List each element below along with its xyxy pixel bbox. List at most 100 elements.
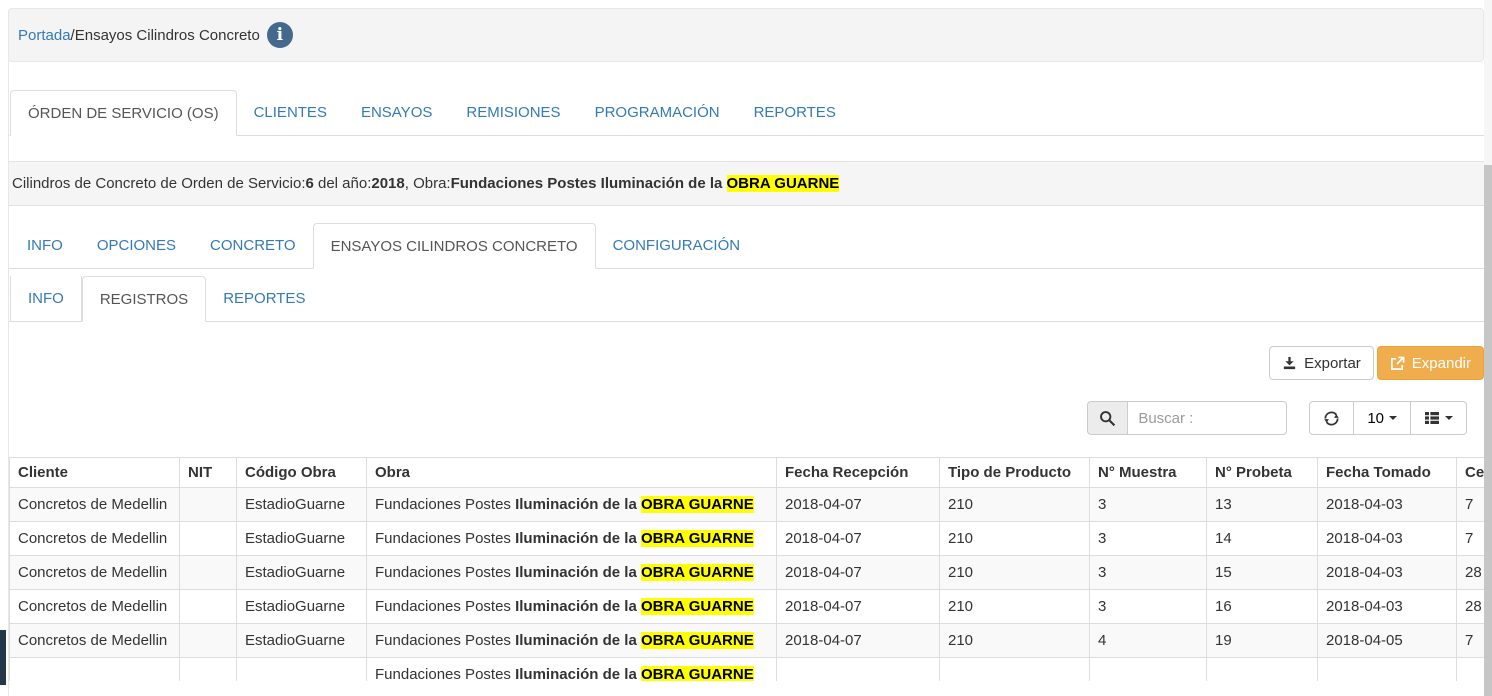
breadcrumb-home-link[interactable]: Portada [18,27,71,44]
tab-configuracion[interactable]: CONFIGURACIÓN [596,223,758,269]
highlighted-text: OBRA GUARNE [641,632,754,649]
highlighted-text: OBRA GUARNE [641,564,754,581]
tab-registros[interactable]: REGISTROS [82,276,206,322]
export-button[interactable]: Exportar [1269,346,1374,380]
cell-tipo-producto: 210 [940,522,1090,556]
column-header-obra[interactable]: Obra [367,458,777,488]
th-list-icon [1424,410,1440,426]
text-segment: Fundaciones Postes Iluminación de la [451,175,727,192]
text-segment: , Obra: [405,175,451,192]
cell-n-muestra: 3 [1090,522,1207,556]
cell-codigo-obra: EstadioGuarne [237,556,367,590]
column-header-nit[interactable]: NIT [180,458,237,488]
column-header-codigo-obra[interactable]: Código Obra [237,458,367,488]
scrollbar-thumb[interactable] [1484,165,1492,696]
tab-info[interactable]: INFO [10,223,80,269]
text-segment: Iluminación de la [515,530,641,547]
records-table-wrap: ClienteNITCódigo ObraObraFecha Recepción… [9,457,1484,681]
left-edge-accent [0,630,6,685]
cell-fecha-recepcion: 2018-04-07 [777,624,940,658]
column-header-fecha-tomado[interactable]: Fecha Tomado [1318,458,1457,488]
cell-n-probeta: 15 [1207,556,1318,590]
tab-programacion[interactable]: PROGRAMACIÓN [578,90,737,136]
cell-tipo-producto: 210 [940,556,1090,590]
column-header-n-probeta[interactable]: N° Probeta [1207,458,1318,488]
tab-clientes[interactable]: CLIENTES [237,90,344,136]
cell-col-c: 7 [1457,522,1485,556]
highlighted-text: OBRA GUARNE [641,496,754,513]
text-segment: Iluminación de la [515,496,641,513]
highlighted-text: OBRA GUARNE [641,598,754,615]
cell-codigo-obra: EstadioGuarne [237,522,367,556]
cell-cliente: Concretos de Medellin [10,590,180,624]
panel-left-border [8,60,9,696]
cell-cliente: Concretos de Medellin [10,522,180,556]
text-segment: Iluminación de la [515,632,641,649]
search-group [1087,401,1287,435]
tab-ensayos-cilindros-concreto[interactable]: ENSAYOS CILINDROS CONCRETO [313,223,596,269]
cell-obra-parts: Fundaciones Postes Iluminación de la OBR… [367,590,777,624]
column-header-cliente[interactable]: Cliente [10,458,180,488]
text-segment: del año: [314,175,372,192]
tab-reportes[interactable]: REPORTES [206,276,322,322]
tab-remisiones[interactable]: REMISIONES [449,90,577,136]
cell-tipo-producto: 210 [940,488,1090,522]
info-circle-icon[interactable]: i [267,22,293,48]
text-segment: Iluminación de la [515,564,641,581]
cell-tipo-producto [940,658,1090,682]
tab-reportes[interactable]: REPORTES [737,90,853,136]
breadcrumb: Portada/Ensayos Cilindros Concreto i [8,8,1484,62]
tab-orden-de-servicio-os[interactable]: ÓRDEN DE SERVICIO (OS) [10,90,237,136]
table-toolbar: Exportar Expandir [8,346,1484,380]
tab-opciones[interactable]: OPCIONES [80,223,193,269]
cell-fecha-tomado: 2018-04-03 [1318,556,1457,590]
text-segment: 2018 [371,175,404,192]
cell-n-muestra: 4 [1090,624,1207,658]
cell-fecha-tomado: 2018-04-03 [1318,488,1457,522]
refresh-button[interactable] [1309,401,1354,435]
expand-button[interactable]: Expandir [1377,346,1484,380]
cell-n-probeta: 14 [1207,522,1318,556]
refresh-icon [1323,410,1340,427]
column-header-fecha-recepcion[interactable]: Fecha Recepción [777,458,940,488]
text-segment: Iluminación de la [515,598,641,615]
table-header-row: ClienteNITCódigo ObraObraFecha Recepción… [10,458,1485,488]
main-panel: Portada/Ensayos Cilindros Concreto i ÓRD… [8,8,1484,681]
text-segment: Iluminación de la [515,666,641,681]
cell-cliente [10,658,180,682]
tab-ensayos[interactable]: ENSAYOS [344,90,449,136]
cell-fecha-recepcion: 2018-04-07 [777,522,940,556]
column-header-ce[interactable]: Ce [1457,458,1485,488]
text-segment: Fundaciones Postes [375,598,515,615]
cell-tipo-producto: 210 [940,590,1090,624]
tab-concreto[interactable]: CONCRETO [193,223,313,269]
cell-nit [180,556,237,590]
cell-nit [180,624,237,658]
records-table: ClienteNITCódigo ObraObraFecha Recepción… [9,457,1484,681]
cell-col-c: 7 [1457,624,1485,658]
cell-codigo-obra [237,658,367,682]
column-header-n-muestra[interactable]: N° Muestra [1090,458,1207,488]
tab-info[interactable]: INFO [10,276,82,322]
text-segment: Fundaciones Postes [375,496,515,513]
cell-obra-parts: Fundaciones Postes Iluminación de la OBR… [367,522,777,556]
cell-col-c: 28 [1457,556,1485,590]
cell-n-muestra [1090,658,1207,682]
search-input[interactable] [1127,401,1287,435]
text-segment: Cilindros de Concreto de Orden de Servic… [12,175,305,192]
columns-dropdown[interactable] [1411,401,1467,435]
cell-obra-parts: Fundaciones Postes Iluminación de la OBR… [367,624,777,658]
cell-fecha-recepcion: 2018-04-07 [777,488,940,522]
page-size-dropdown[interactable]: 10 [1354,401,1411,435]
os-summary-banner: Cilindros de Concreto de Orden de Servic… [8,161,1484,206]
text-segment: Fundaciones Postes [375,530,515,547]
cell-nit [180,590,237,624]
highlighted-text: OBRA GUARNE [641,530,754,547]
search-icon [1099,410,1116,427]
column-header-tipo-de-producto[interactable]: Tipo de Producto [940,458,1090,488]
cell-obra-parts: Fundaciones Postes Iluminación de la OBR… [367,658,777,682]
cell-col-c [1457,658,1485,682]
cell-nit [180,488,237,522]
cell-cliente: Concretos de Medellin [10,488,180,522]
cell-n-probeta: 19 [1207,624,1318,658]
